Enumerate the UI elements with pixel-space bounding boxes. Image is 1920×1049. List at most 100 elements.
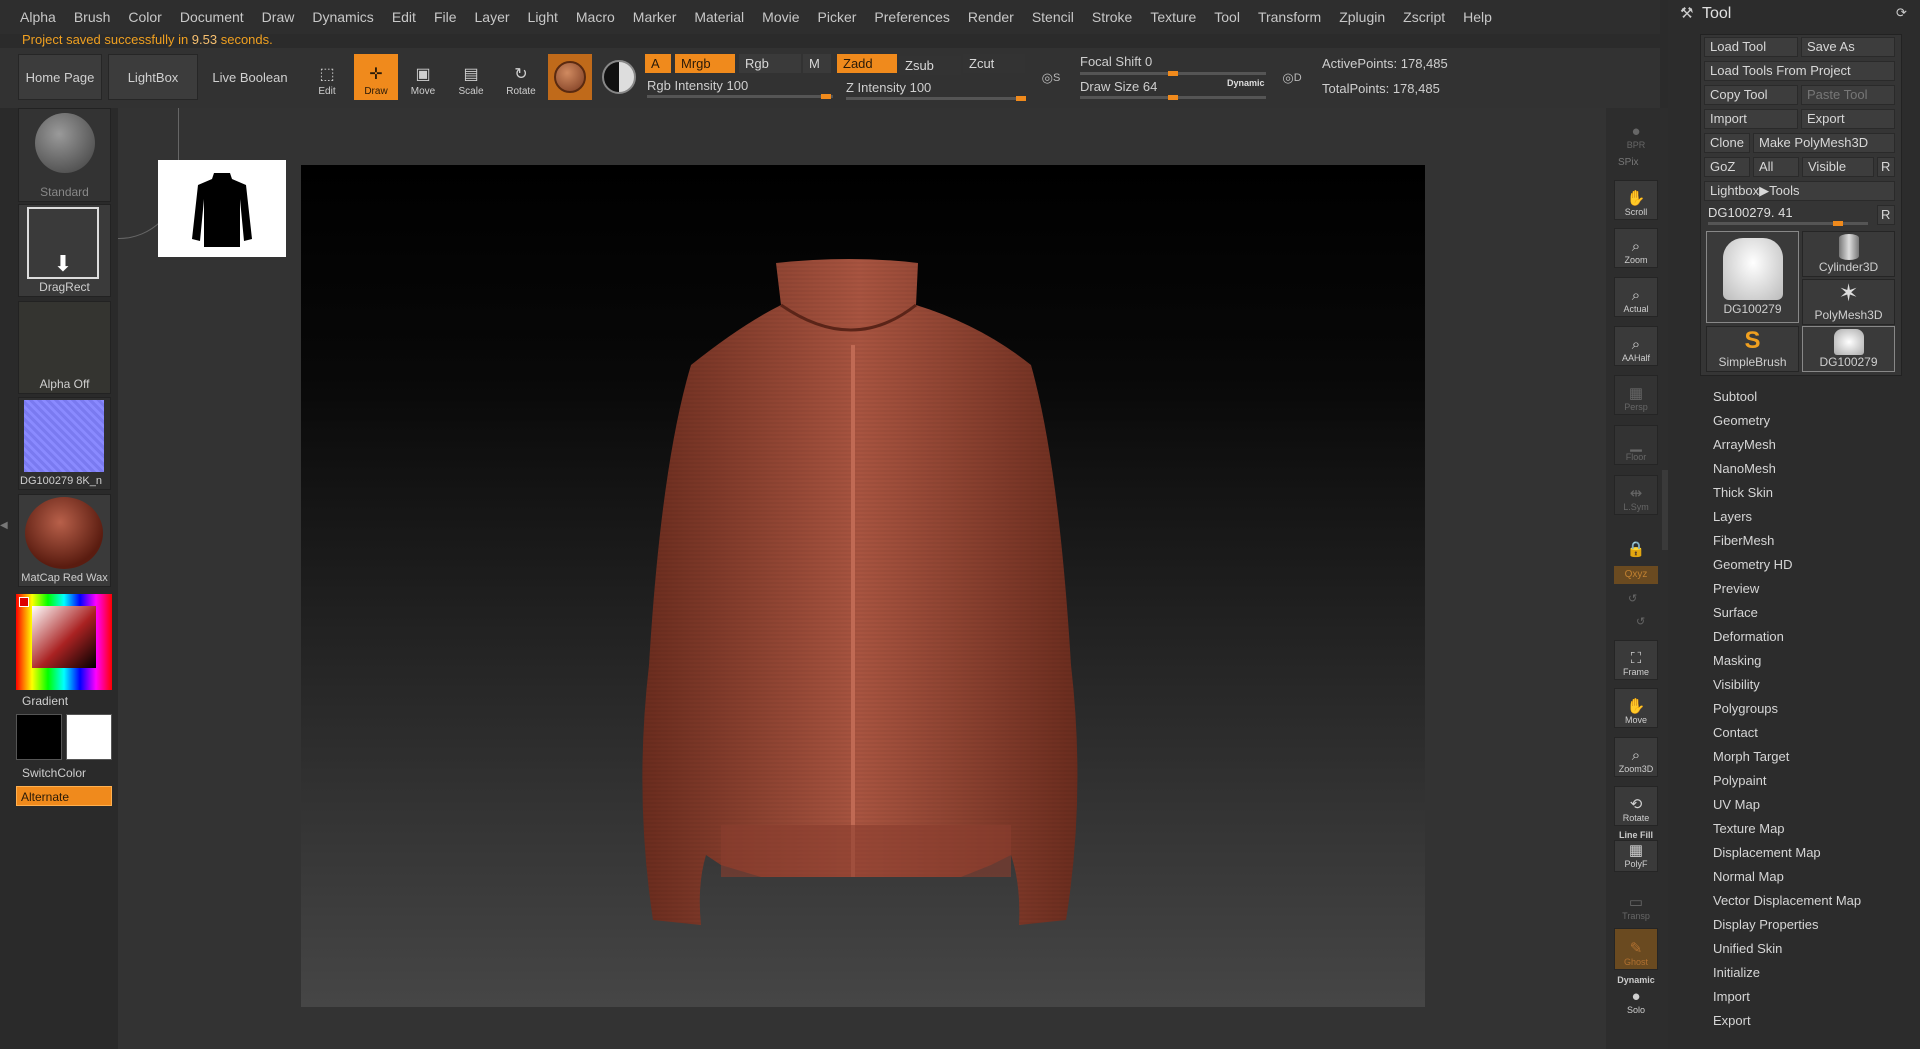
aahalf-button[interactable]: ⌕ AAHalf xyxy=(1614,326,1658,366)
tool-section-vector-displacement-map[interactable]: Vector Displacement Map xyxy=(1713,893,1861,908)
menu-stencil[interactable]: Stencil xyxy=(1023,0,1083,34)
spix-label[interactable]: SPix xyxy=(1618,157,1639,168)
persp-button[interactable]: ▦ Persp xyxy=(1614,375,1658,415)
zcut-toggle[interactable]: Zcut xyxy=(963,54,1025,73)
tool-section-import[interactable]: Import xyxy=(1713,989,1750,1004)
reference-thumbnail[interactable] xyxy=(158,160,286,257)
copy-tool-button[interactable]: Copy Tool xyxy=(1704,85,1798,105)
tool-thumb-dg100279[interactable]: DG100279 xyxy=(1706,231,1799,323)
tool-section-texture-map[interactable]: Texture Map xyxy=(1713,821,1785,836)
floor-button[interactable]: ▁ Floor xyxy=(1614,425,1658,465)
tool-section-layers[interactable]: Layers xyxy=(1713,509,1752,524)
xyz-toggle[interactable]: Qxyz xyxy=(1614,566,1658,584)
home-page-button[interactable]: Home Page xyxy=(18,54,102,100)
tool-section-uv-map[interactable]: UV Map xyxy=(1713,797,1760,812)
tool-section-unified-skin[interactable]: Unified Skin xyxy=(1713,941,1782,956)
zoom-button[interactable]: ⌕ Zoom xyxy=(1614,228,1658,268)
move-button[interactable]: ▣ Move xyxy=(401,56,445,100)
m-toggle[interactable]: M xyxy=(803,54,831,73)
menu-texture[interactable]: Texture xyxy=(1141,0,1205,34)
menu-stroke[interactable]: Stroke xyxy=(1083,0,1141,34)
rotate-view-button[interactable]: ⟲ Rotate xyxy=(1614,786,1658,826)
panel-refresh-icon[interactable]: ⟳ xyxy=(1896,5,1907,21)
menu-draw[interactable]: Draw xyxy=(253,0,304,34)
color-picker[interactable] xyxy=(16,594,112,690)
focal-shift-track[interactable] xyxy=(1080,71,1266,76)
menu-layer[interactable]: Layer xyxy=(466,0,519,34)
tool-section-subtool[interactable]: Subtool xyxy=(1713,389,1757,404)
gradient-label[interactable]: Gradient xyxy=(22,694,68,708)
load-tools-from-project-button[interactable]: Load Tools From Project xyxy=(1704,61,1895,81)
menu-macro[interactable]: Macro xyxy=(567,0,624,34)
menu-transform[interactable]: Transform xyxy=(1249,0,1330,34)
s-spotlight-button[interactable]: ◎ S xyxy=(1034,62,1068,94)
stroke-slot[interactable]: ⬇ DragRect xyxy=(18,204,111,297)
jacket-model[interactable] xyxy=(301,165,1425,1007)
lightbox-tools-button[interactable]: Lightbox▶Tools xyxy=(1704,181,1895,201)
polyf-button[interactable]: ▦ PolyF xyxy=(1614,840,1658,872)
menu-light[interactable]: Light xyxy=(519,0,567,34)
zoom3d-button[interactable]: ⌕ Zoom3D xyxy=(1614,737,1658,777)
rgb-intensity-slider[interactable]: Rgb Intensity 100 xyxy=(647,78,748,93)
save-as-button[interactable]: Save As xyxy=(1801,37,1895,57)
lightbox-button[interactable]: LightBox xyxy=(108,54,198,100)
menu-dynamics[interactable]: Dynamics xyxy=(303,0,382,34)
tool-thumb-polymesh3d[interactable]: ✶ PolyMesh3D xyxy=(1802,279,1895,325)
make-polymesh3d-button[interactable]: Make PolyMesh3D xyxy=(1753,133,1895,153)
tool-section-normal-map[interactable]: Normal Map xyxy=(1713,869,1784,884)
goz-button[interactable]: GoZ xyxy=(1704,157,1750,177)
tool-section-contact[interactable]: Contact xyxy=(1713,725,1758,740)
focal-shift-slider[interactable]: Focal Shift 0 xyxy=(1080,54,1152,69)
move-view-button[interactable]: ✋ Move xyxy=(1614,688,1658,728)
menu-zplugin[interactable]: Zplugin xyxy=(1330,0,1394,34)
current-tool-track[interactable] xyxy=(1708,221,1868,226)
z-axis-icon[interactable]: ↺ xyxy=(1636,615,1645,628)
scale-button[interactable]: ▤ Scale xyxy=(449,56,493,100)
alternate-button[interactable]: Alternate xyxy=(16,786,112,806)
tool-section-export[interactable]: Export xyxy=(1713,1013,1751,1028)
menu-file[interactable]: File xyxy=(425,0,466,34)
alpha-slot[interactable]: Alpha Off xyxy=(18,301,111,394)
menu-edit[interactable]: Edit xyxy=(383,0,425,34)
z-intensity-slider[interactable]: Z Intensity 100 xyxy=(846,80,931,95)
texture-slot[interactable]: DG100279 8K_n xyxy=(18,397,111,490)
main-color-swatch[interactable] xyxy=(16,714,62,760)
live-boolean-button[interactable]: Live Boolean xyxy=(204,54,296,100)
tool-section-arraymesh[interactable]: ArrayMesh xyxy=(1713,437,1776,452)
menu-color[interactable]: Color xyxy=(119,0,170,34)
export-button[interactable]: Export xyxy=(1801,109,1895,129)
current-tool-r-button[interactable]: R xyxy=(1877,205,1895,225)
material-sphere-button[interactable] xyxy=(548,54,592,100)
color-mode-button[interactable] xyxy=(598,56,640,98)
menu-preferences[interactable]: Preferences xyxy=(865,0,958,34)
transp-button[interactable]: ▭ Transp xyxy=(1614,883,1658,923)
dynamic-toggle[interactable]: Dynamic xyxy=(1227,78,1265,88)
draw-button[interactable]: ✛ Draw xyxy=(354,54,398,100)
tool-section-thick-skin[interactable]: Thick Skin xyxy=(1713,485,1773,500)
z-intensity-track[interactable] xyxy=(846,96,1026,101)
edit-button[interactable]: ⬚ Edit xyxy=(305,56,349,100)
menu-zscript[interactable]: Zscript xyxy=(1394,0,1454,34)
tool-section-deformation[interactable]: Deformation xyxy=(1713,629,1784,644)
menu-render[interactable]: Render xyxy=(959,0,1023,34)
switch-color-button[interactable]: SwitchColor xyxy=(22,766,86,780)
d-button[interactable]: ◎ D xyxy=(1275,62,1309,94)
tool-section-surface[interactable]: Surface xyxy=(1713,605,1758,620)
menu-document[interactable]: Document xyxy=(171,0,253,34)
tool-section-masking[interactable]: Masking xyxy=(1713,653,1761,668)
tool-section-geometry-hd[interactable]: Geometry HD xyxy=(1713,557,1792,572)
tool-section-visibility[interactable]: Visibility xyxy=(1713,677,1760,692)
rgb-intensity-track[interactable] xyxy=(647,94,833,99)
mrgb-toggle[interactable]: Mrgb xyxy=(675,54,735,73)
a-toggle[interactable]: A xyxy=(645,54,671,73)
color-picker-square[interactable] xyxy=(32,606,96,668)
tool-section-display-properties[interactable]: Display Properties xyxy=(1713,917,1819,932)
menu-brush[interactable]: Brush xyxy=(65,0,120,34)
import-button[interactable]: Import xyxy=(1704,109,1798,129)
menu-tool[interactable]: Tool xyxy=(1205,0,1249,34)
rotate-button[interactable]: ↻ Rotate xyxy=(499,56,543,100)
menu-movie[interactable]: Movie xyxy=(753,0,808,34)
draw-size-track[interactable] xyxy=(1080,95,1266,100)
goz-visible-button[interactable]: Visible xyxy=(1802,157,1874,177)
tool-section-displacement-map[interactable]: Displacement Map xyxy=(1713,845,1821,860)
